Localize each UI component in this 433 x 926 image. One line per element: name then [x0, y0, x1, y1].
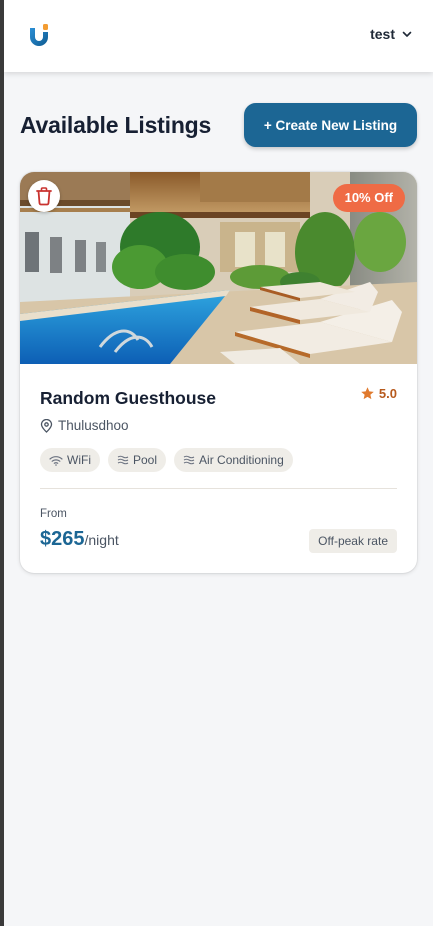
amenity-label: Air Conditioning [199, 453, 284, 467]
price-from-label: From [40, 508, 67, 520]
page-title: Available Listings [20, 112, 212, 138]
divider [40, 488, 397, 489]
amenity-chip: Pool [108, 448, 167, 472]
price-amount: $265 [40, 528, 85, 550]
price: $265/night [40, 528, 119, 551]
chevron-down-icon [402, 31, 412, 37]
brand-logo-icon[interactable] [26, 22, 52, 48]
rating-value: 5.0 [378, 386, 397, 401]
map-pin-icon [40, 418, 53, 433]
create-listing-button[interactable]: + Create New Listing [244, 103, 417, 147]
amenity-chip: Air Conditioning [174, 448, 293, 472]
page: test Available Listings + Create New Lis… [4, 0, 433, 926]
location-text: Thulusdhoo [58, 418, 129, 433]
listing-title[interactable]: Random Guesthouse [40, 388, 216, 409]
waves-icon [117, 455, 129, 465]
username: test [370, 26, 395, 42]
amenity-label: WiFi [67, 453, 91, 467]
star-icon [361, 387, 374, 400]
amenity-label: Pool [133, 453, 158, 467]
user-menu[interactable]: test [370, 26, 413, 42]
top-navbar: test [4, 0, 433, 72]
rate-badge: Off-peak rate [309, 529, 397, 553]
rating: 5.0 [360, 386, 397, 401]
location: Thulusdhoo [40, 418, 129, 433]
delete-listing-button[interactable] [28, 180, 60, 212]
listing-card[interactable]: 10% Off Random Guesthouse 5.0 Thulusdhoo [20, 172, 417, 573]
trash-icon [36, 187, 52, 206]
amenity-chip: WiFi [40, 448, 100, 472]
discount-badge: 10% Off [332, 184, 405, 212]
price-unit: /night [84, 532, 119, 548]
amenity-list: WiFi Pool Air Conditioning [40, 448, 293, 472]
waves-icon [183, 455, 195, 465]
wifi-icon [49, 455, 63, 466]
